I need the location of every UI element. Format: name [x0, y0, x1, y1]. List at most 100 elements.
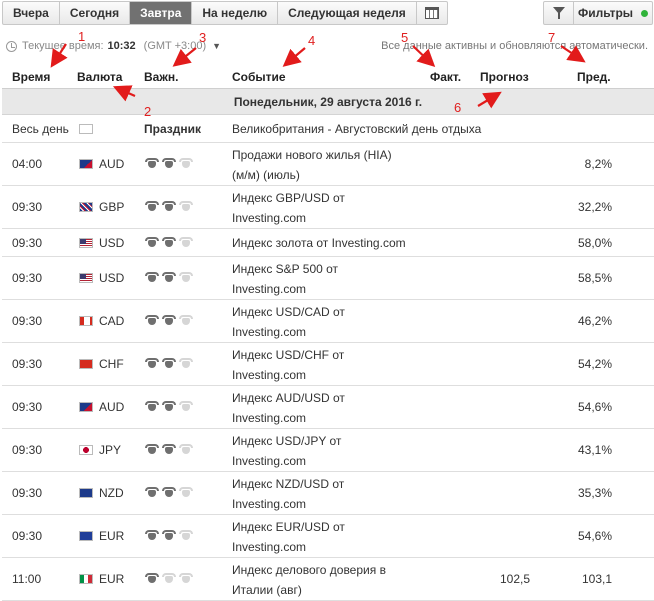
day-header: Понедельник, 29 августа 2016 г. [2, 89, 654, 115]
col-currency[interactable]: Валюта [77, 70, 122, 84]
bull-icon [145, 530, 159, 541]
tab-today[interactable]: Сегодня [60, 2, 131, 24]
event-row[interactable]: 09:30 CAD Индекс USD/CAD от Investing.com 46… [2, 300, 654, 343]
auto-update-note: Все данные активны и обновляются автомат… [381, 40, 648, 52]
event-row[interactable]: 04:00 AUD Продажи нового жилья (HIA) (м/м) … [2, 143, 654, 186]
event-name-line2: Investing.com [232, 454, 307, 468]
tab-next-week[interactable]: Следующая неделя [278, 2, 417, 24]
japan-flag-icon [79, 445, 93, 455]
event-time: 09:30 [12, 314, 43, 328]
event-previous: 54,6% [577, 529, 612, 543]
event-name[interactable]: Индекс S&P 500 от Investing.com [232, 259, 338, 299]
switzerland-flag-icon [79, 359, 93, 369]
event-currency: CHF [99, 357, 124, 371]
event-time: 04:00 [12, 157, 43, 171]
importance-bulls [145, 573, 193, 584]
event-row[interactable]: 09:30 CHF Индекс USD/CHF от Investing.com 54… [2, 343, 654, 386]
filters-button[interactable]: Фильтры [543, 1, 653, 25]
event-row[interactable]: 09:30 USD Индекс золота от Investing.com 58… [2, 229, 654, 257]
event-time: 09:30 [12, 529, 43, 543]
bull-icon [162, 315, 176, 326]
bull-icon [145, 444, 159, 455]
event-name[interactable]: Индекс EUR/USD от Investing.com [232, 517, 345, 557]
event-previous: 35,3% [577, 486, 612, 500]
col-forecast[interactable]: Прогноз [480, 70, 529, 84]
event-currency: CAD [99, 314, 125, 328]
event-name[interactable]: Индекс золота от Investing.com [232, 233, 406, 253]
bull-icon [162, 444, 176, 455]
calendar-button[interactable] [417, 2, 447, 24]
event-row[interactable]: 09:30 GBP Индекс GBP/USD от Investing.com 32… [2, 186, 654, 229]
event-name-line1: Индекс NZD/USD от [232, 477, 345, 491]
event-name-line1: Продажи нового жилья (HIA) [232, 148, 392, 162]
event-row[interactable]: 09:30 USD Индекс S&P 500 от Investing.com 58… [2, 257, 654, 300]
event-name[interactable]: Индекс делового доверия в Италии (авг) [232, 560, 386, 600]
event-name[interactable]: Индекс USD/CAD от Investing.com [232, 302, 345, 342]
event-previous: 103,1 [581, 572, 612, 586]
event-currency: AUD [99, 400, 125, 414]
current-time-value: 10:32 [107, 40, 136, 52]
event-name[interactable]: Индекс NZD/USD от Investing.com [232, 474, 344, 514]
importance-bulls [145, 444, 193, 455]
event-name[interactable]: Продажи нового жилья (HIA) (м/м) (июль) [232, 145, 392, 185]
event-row[interactable]: 09:30 NZD Индекс NZD/USD от Investing.com 35… [2, 472, 654, 515]
bull-icon [162, 487, 176, 498]
event-name-line2: Investing.com [232, 497, 307, 511]
event-name-line1: Индекс USD/CAD от [232, 305, 345, 319]
annotation-7: 7 [548, 30, 556, 45]
tab-this-week[interactable]: На неделю [192, 2, 279, 24]
event-rows: 04:00 AUD Продажи нового жилья (HIA) (м/м) … [2, 143, 654, 601]
event-row[interactable]: 09:30 JPY Индекс USD/JPY от Investing.com 43… [2, 429, 654, 472]
tab-yesterday[interactable]: Вчера [3, 2, 60, 24]
event-time: 09:30 [12, 443, 43, 457]
annotation-5: 5 [401, 30, 409, 45]
event-name[interactable]: Индекс GBP/USD от Investing.com [232, 188, 345, 228]
bull-icon [162, 237, 176, 248]
event-currency: GBP [99, 200, 125, 214]
bull-icon [179, 530, 193, 541]
event-row[interactable]: 09:30 AUD Индекс AUD/USD от Investing.com 54… [2, 386, 654, 429]
importance-bulls [145, 237, 193, 248]
us-flag-icon [79, 238, 93, 248]
event-row[interactable]: 11:00 EUR Индекс делового доверия в Италии … [2, 558, 654, 601]
clock-icon [6, 40, 17, 52]
tab-tomorrow[interactable]: Завтра [130, 2, 193, 24]
event-name[interactable]: Индекс AUD/USD от Investing.com [232, 388, 345, 428]
event-previous: 58,0% [577, 236, 612, 250]
bull-icon [162, 530, 176, 541]
bull-icon [145, 315, 159, 326]
importance-bulls [145, 358, 193, 369]
event-name-line1: Индекс GBP/USD от [232, 191, 345, 205]
event-currency: JPY [99, 443, 122, 457]
calendar-icon [424, 7, 439, 19]
event-name-line1: Индекс делового доверия в [232, 563, 386, 577]
bull-icon [179, 237, 193, 248]
event-row[interactable]: 09:30 EUR Индекс EUR/USD от Investing.com 54… [2, 515, 654, 558]
col-importance[interactable]: Важн. [144, 70, 178, 84]
event-name[interactable]: Индекс USD/JPY от Investing.com [232, 431, 341, 471]
importance-bulls [145, 272, 193, 283]
bull-icon [162, 401, 176, 412]
event-previous: 43,1% [577, 443, 612, 457]
bull-icon [162, 272, 176, 283]
event-currency: USD [99, 236, 125, 250]
bull-icon [179, 201, 193, 212]
chevron-down-icon[interactable]: ▼ [212, 41, 221, 51]
bull-icon [145, 158, 159, 169]
event-currency: EUR [99, 572, 125, 586]
col-event[interactable]: Событие [232, 70, 286, 84]
holiday-row[interactable]: Весь день Праздник Великобритания - Авгу… [2, 115, 654, 143]
col-previous[interactable]: Пред. [577, 70, 611, 84]
event-currency: NZD [99, 486, 124, 500]
importance-bulls [145, 530, 193, 541]
holiday-type: Праздник [144, 122, 201, 136]
bull-icon [162, 573, 176, 584]
bull-icon [179, 573, 193, 584]
australia-flag-icon [79, 402, 93, 412]
col-time[interactable]: Время [12, 70, 50, 84]
col-actual[interactable]: Факт. [430, 70, 461, 84]
event-name-line2: Investing.com [232, 540, 307, 554]
us-flag-icon [79, 273, 93, 283]
event-name[interactable]: Индекс USD/CHF от Investing.com [232, 345, 344, 385]
timezone-selector[interactable]: (GMT +3:00) [144, 40, 206, 52]
